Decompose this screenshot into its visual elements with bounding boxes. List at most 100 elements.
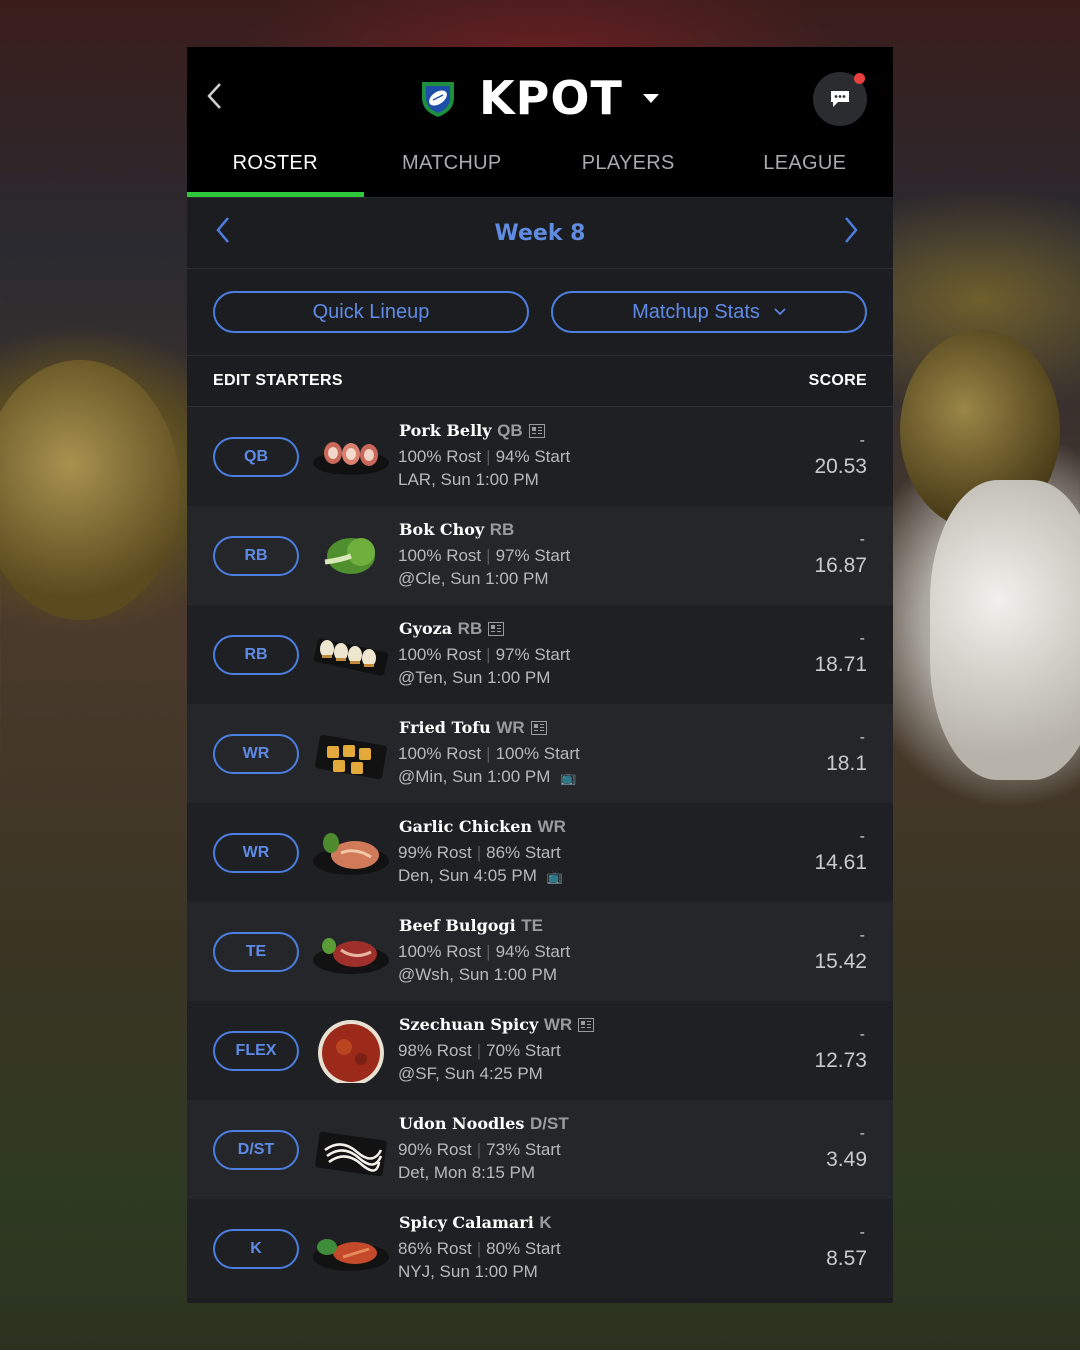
- player-photo: [313, 1239, 389, 1271]
- game-info: NYJ, Sun 1:00 PM: [398, 1262, 538, 1282]
- player-row: RB Gyoza RB 100% Rost | 97% Start @Ten, Sun 1…: [187, 605, 893, 704]
- quick-lineup-button[interactable]: Quick Lineup: [213, 291, 529, 333]
- game-info: Den, Sun 4:05 PM 📺: [398, 866, 563, 886]
- game-info: @Wsh, Sun 1:00 PM: [398, 965, 557, 985]
- player-position: TE: [521, 916, 544, 935]
- started-pct: 97% Start: [495, 546, 571, 565]
- starters-header: EDIT STARTERS SCORE: [187, 356, 893, 407]
- chat-bubble-icon: [831, 91, 849, 107]
- player-position: WR: [543, 1015, 573, 1034]
- score-value: 18.1: [826, 752, 867, 775]
- score-value: 12.73: [814, 1049, 867, 1072]
- player-name-link[interactable]: Pork Belly QB: [399, 421, 545, 441]
- score-value: 15.42: [814, 950, 867, 973]
- rostered-pct: 100% Rost: [398, 447, 482, 466]
- game-info: @SF, Sun 4:25 PM: [398, 1064, 543, 1084]
- divider: |: [476, 1041, 482, 1060]
- game-time: Det, Mon 8:15 PM: [398, 1163, 536, 1182]
- ownership-stats: 100% Rost | 97% Start: [398, 645, 570, 665]
- projection-value: -: [859, 1224, 865, 1241]
- player-photo: [318, 1020, 384, 1083]
- player-photo: [313, 938, 389, 974]
- game-info: @Cle, Sun 1:00 PM: [398, 569, 549, 589]
- started-pct: 80% Start: [486, 1239, 561, 1258]
- divider: |: [486, 546, 491, 565]
- ownership-stats: 100% Rost | 100% Start: [398, 744, 580, 764]
- rostered-pct: 100% Rost: [398, 744, 482, 763]
- tab-matchup[interactable]: MATCHUP: [364, 142, 541, 197]
- tab-players[interactable]: PLAYERS: [540, 142, 717, 197]
- background-helmet-left: [0, 360, 180, 620]
- slot-button[interactable]: FLEX: [213, 1031, 299, 1071]
- quick-lineup-label: Quick Lineup: [312, 300, 430, 323]
- player-photo: [313, 442, 389, 475]
- slot-button[interactable]: WR: [213, 833, 299, 873]
- player-row: RB Bok Choy RB 100% Rost | 97% Start @Cle, Su…: [187, 506, 893, 605]
- player-photo: [313, 638, 389, 676]
- week-label: Week 8: [494, 220, 586, 246]
- rostered-pct: 100% Rost: [398, 546, 482, 565]
- player-name-link[interactable]: Udon Noodles D/ST: [399, 1114, 569, 1134]
- game-time: @Ten, Sun 1:00 PM: [398, 668, 551, 687]
- divider: |: [486, 744, 491, 763]
- player-row: D/ST Udon Noodles D/ST 90% Rost | 73% Start D…: [187, 1100, 893, 1199]
- player-name-link[interactable]: Spicy Calamari K: [399, 1213, 552, 1233]
- game-time: Den, Sun 4:05 PM: [398, 866, 537, 885]
- player-name-link[interactable]: Gyoza RB: [399, 619, 505, 639]
- news-icon[interactable]: [578, 1018, 595, 1032]
- player-row: WR Garlic Chicken WR 99% Rost | 86% Start Den…: [187, 803, 893, 902]
- notification-dot: [854, 73, 865, 84]
- score-value: 3.49: [826, 1148, 867, 1171]
- rostered-pct: 100% Rost: [398, 645, 482, 664]
- ownership-stats: 100% Rost | 94% Start: [398, 447, 570, 467]
- player-name-link[interactable]: Fried Tofu WR: [399, 718, 547, 738]
- ownership-stats: 90% Rost | 73% Start: [398, 1140, 561, 1160]
- player-name-link[interactable]: Garlic Chicken WR: [399, 817, 566, 837]
- starters-list: QB Pork Belly QB 100% Rost | 94% Start LAR, S…: [187, 407, 893, 1298]
- player-name-link[interactable]: Szechuan Spicy WR: [399, 1015, 595, 1035]
- ownership-stats: 98% Rost | 70% Start: [398, 1041, 561, 1061]
- tab-league[interactable]: LEAGUE: [717, 142, 894, 197]
- background-jersey-right: [930, 480, 1080, 780]
- chevron-down-icon: [774, 308, 786, 316]
- slot-button[interactable]: QB: [213, 437, 299, 477]
- main-tabs: ROSTER MATCHUP PLAYERS LEAGUE: [187, 142, 893, 197]
- divider: |: [486, 447, 491, 466]
- slot-button[interactable]: K: [213, 1229, 299, 1269]
- news-icon[interactable]: [488, 622, 505, 636]
- team-name: KPOT: [479, 71, 623, 125]
- player-name: Garlic Chicken: [399, 817, 533, 836]
- player-position: RB: [457, 619, 483, 638]
- ownership-stats: 100% Rost | 97% Start: [398, 546, 570, 566]
- slot-button[interactable]: TE: [213, 932, 299, 972]
- player-photo: [324, 538, 375, 574]
- divider: |: [476, 1140, 482, 1159]
- ownership-stats: 100% Rost | 94% Start: [398, 942, 570, 962]
- projection-value: -: [859, 531, 865, 548]
- slot-button[interactable]: D/ST: [213, 1130, 299, 1170]
- news-icon[interactable]: [530, 721, 547, 735]
- game-time: @Cle, Sun 1:00 PM: [398, 569, 549, 588]
- started-pct: 73% Start: [486, 1140, 561, 1159]
- projection-value: -: [859, 630, 865, 647]
- slot-button[interactable]: RB: [213, 635, 299, 675]
- next-week-icon[interactable]: [843, 216, 863, 246]
- previous-week-icon[interactable]: [215, 216, 235, 246]
- player-position: RB: [489, 520, 515, 539]
- tab-roster[interactable]: ROSTER: [187, 142, 364, 197]
- rostered-pct: 90% Rost: [398, 1140, 472, 1159]
- back-arrow-icon[interactable]: [205, 81, 229, 111]
- player-name-link[interactable]: Beef Bulgogi TE: [399, 916, 543, 936]
- matchup-stats-button[interactable]: Matchup Stats: [551, 291, 867, 333]
- slot-button[interactable]: RB: [213, 536, 299, 576]
- game-info: @Ten, Sun 1:00 PM: [398, 668, 550, 688]
- chat-button[interactable]: [813, 72, 867, 126]
- started-pct: 94% Start: [495, 942, 571, 961]
- player-position: D/ST: [530, 1114, 569, 1133]
- player-name-link[interactable]: Bok Choy RB: [399, 520, 514, 540]
- news-icon[interactable]: [528, 424, 545, 438]
- slot-button[interactable]: WR: [213, 734, 299, 774]
- team-switcher[interactable]: KPOT: [419, 71, 659, 125]
- player-position: K: [539, 1213, 552, 1232]
- started-pct: 97% Start: [495, 645, 571, 664]
